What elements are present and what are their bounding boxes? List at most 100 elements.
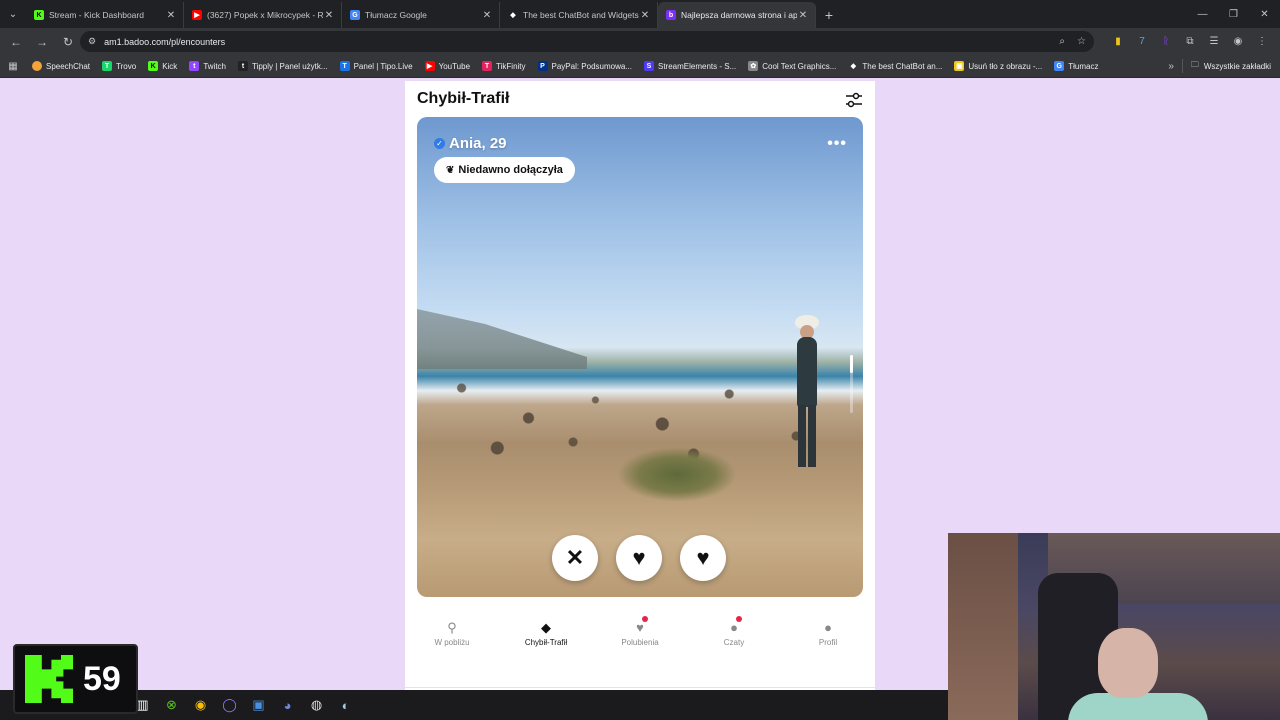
bookmark-streamelements[interactable]: S StreamElements - S... xyxy=(638,61,742,71)
tikfinity-icon: T xyxy=(482,61,493,71)
minimize-icon[interactable]: — xyxy=(1187,0,1218,28)
viewer-count: 59 xyxy=(83,659,121,698)
tab-title: (3627) Popek x Mikrocypek - Ro xyxy=(207,10,323,20)
extension-l-icon[interactable]: ▮ xyxy=(1106,32,1130,52)
person-icon: ● xyxy=(824,620,832,635)
obs-icon[interactable]: ◍ xyxy=(302,692,331,718)
close-tab-icon[interactable]: ✕ xyxy=(481,10,493,21)
speechchat-icon xyxy=(32,61,42,71)
leaf-icon: ❦ xyxy=(446,164,455,176)
bookmark-tlumacz[interactable]: G Tłumacz xyxy=(1048,61,1104,71)
divider xyxy=(405,687,875,688)
bookmark-tikfinity[interactable]: T TikFinity xyxy=(476,61,531,71)
nav-nearby[interactable]: ⚲ W pobliżu xyxy=(405,613,499,653)
browser-tabbar: ⌄ K Stream - Kick Dashboard ✕ ▶ (3627) P… xyxy=(0,0,1280,28)
tab-google-translate[interactable]: G Tłumacz Google ✕ xyxy=(342,2,500,28)
browser-toolbar: ← → ↻ ⚙ am1.badoo.com/pl/encounters ⌕ ☆ … xyxy=(0,28,1280,55)
profile-name-row: ✓ Ania, 29 xyxy=(434,135,507,152)
profile-avatar-icon[interactable]: ◉ xyxy=(1226,32,1250,52)
bookmark-cooltext[interactable]: ✿ Cool Text Graphics... xyxy=(742,61,842,71)
trovo-icon: T xyxy=(102,61,113,71)
address-bar[interactable]: ⚙ am1.badoo.com/pl/encounters ⌕ ☆ xyxy=(80,31,1094,52)
chatbot-icon: ◆ xyxy=(850,63,857,70)
extensions-puzzle-icon[interactable]: ⧉ xyxy=(1178,32,1202,52)
verified-check-icon: ✓ xyxy=(434,138,445,149)
bookmarks-bar: ▦ SpeechChat T Trovo K Kick t Twitch t Tippl… xyxy=(0,55,1280,78)
browser-menu-icon[interactable]: ⋮ xyxy=(1250,32,1274,52)
badge-label: Niedawno dołączyła xyxy=(458,164,563,176)
profile-card[interactable]: ✓ Ania, 29 ••• ❦ Niedawno dołączyła ✕ ♥ … xyxy=(417,117,863,597)
bookmark-twitch[interactable]: t Twitch xyxy=(183,61,232,71)
bookmark-label: Tipply | Panel użytk... xyxy=(251,61,328,71)
cortana-icon[interactable]: ◯ xyxy=(215,692,244,718)
apps-grid-icon[interactable]: ▦ xyxy=(0,61,26,72)
bookmark-remove-bg[interactable]: ▣ Usuń tło z obrazu -... xyxy=(948,61,1048,71)
bookmark-star-icon[interactable]: ☆ xyxy=(1077,36,1086,47)
restore-icon[interactable]: ❐ xyxy=(1218,0,1249,28)
tipo-icon: T xyxy=(339,61,350,71)
tab-title: The best ChatBot and Widgets xyxy=(523,10,639,20)
bookmark-trovo[interactable]: T Trovo xyxy=(96,61,142,71)
notification-dot xyxy=(735,616,742,622)
new-tab-button[interactable]: + xyxy=(816,2,842,28)
close-tab-icon[interactable]: ✕ xyxy=(165,10,177,21)
pass-button[interactable]: ✕ xyxy=(552,535,598,581)
nav-encounters[interactable]: ◆ Chybił-Trafił xyxy=(499,613,593,653)
reading-list-icon[interactable]: ☰ xyxy=(1202,32,1226,52)
more-options-icon[interactable]: ••• xyxy=(827,135,847,153)
discord-icon[interactable]: ◕ xyxy=(273,692,302,718)
close-window-icon[interactable]: ✕ xyxy=(1249,0,1280,28)
close-tab-icon[interactable]: ✕ xyxy=(639,10,651,21)
filter-settings-icon[interactable] xyxy=(845,91,863,109)
bookmark-tipply[interactable]: t Tipply | Panel użytk... xyxy=(232,61,334,71)
google-translate-icon: G xyxy=(1054,61,1065,71)
extensions-area: ▮ 7 ᚱ ⧉ ☰ ◉ ⋮ xyxy=(1106,28,1280,55)
paypal-icon: P xyxy=(537,61,548,71)
nav-likes[interactable]: ♥ Polubienia xyxy=(593,613,687,653)
nav-label: W pobliżu xyxy=(434,637,470,647)
url-text[interactable]: am1.badoo.com/pl/encounters xyxy=(104,37,1047,47)
close-tab-icon[interactable]: ✕ xyxy=(323,10,335,21)
bookmark-label: PayPal: Podsumowa... xyxy=(551,61,632,71)
forward-icon[interactable]: → xyxy=(30,30,54,54)
nav-label: Profil xyxy=(818,637,838,647)
bookmark-kick[interactable]: K Kick xyxy=(142,61,183,71)
tab-title: Tłumacz Google xyxy=(365,10,427,20)
chrome-icon[interactable]: ◉ xyxy=(186,692,215,718)
like-button[interactable]: ♥ xyxy=(680,535,726,581)
tab-badoo[interactable]: b Najlepsza darmowa strona i apl ✕ xyxy=(658,2,816,28)
tab-kick-dashboard[interactable]: K Stream - Kick Dashboard ✕ xyxy=(26,2,184,28)
all-bookmarks-button[interactable]: 🗀 Wszystkie zakładki xyxy=(1181,59,1280,73)
window-controls: — ❐ ✕ xyxy=(1187,0,1280,28)
bookmark-label: YouTube xyxy=(438,61,471,71)
site-info-icon[interactable]: ⚙ xyxy=(88,36,96,47)
streamelements-icon: S xyxy=(644,61,654,71)
nav-chats[interactable]: ● Czaty xyxy=(687,613,781,653)
profile-name: Ania, 29 xyxy=(449,135,507,152)
extension-ffz-icon[interactable]: ᚱ xyxy=(1154,32,1178,52)
nav-profile[interactable]: ● Profil xyxy=(781,613,875,653)
bookmark-youtube[interactable]: ▶ YouTube xyxy=(419,61,476,71)
cooltext-icon: ✿ xyxy=(748,61,759,71)
folder-icon: 🗀 xyxy=(1190,60,1199,69)
bookmark-paypal[interactable]: P PayPal: Podsumowa... xyxy=(532,61,638,71)
bookmark-tipo[interactable]: T Panel | Tipo.Live xyxy=(334,61,419,71)
tab-search-icon[interactable]: ⌄ xyxy=(0,0,26,28)
reload-icon[interactable]: ↻ xyxy=(56,30,80,54)
bookmark-chatbot[interactable]: ◆ The best ChatBot an... xyxy=(842,61,948,71)
bookmark-speechchat[interactable]: SpeechChat xyxy=(26,61,96,71)
crush-button[interactable]: ♥ xyxy=(616,535,662,581)
app-icon[interactable]: ▣ xyxy=(244,692,273,718)
remove-bg-icon: ▣ xyxy=(954,61,965,71)
bookmark-label: The best ChatBot an... xyxy=(862,61,943,71)
bookmark-label: Kick xyxy=(162,61,178,71)
bookmarks-overflow-icon[interactable]: » xyxy=(1160,61,1182,72)
tab-chatbot[interactable]: ◆ The best ChatBot and Widgets ✕ xyxy=(500,2,658,28)
close-tab-icon[interactable]: ✕ xyxy=(797,10,809,21)
xbox-icon[interactable]: ⊗ xyxy=(157,692,186,718)
tab-youtube[interactable]: ▶ (3627) Popek x Mikrocypek - Ro ✕ xyxy=(184,2,342,28)
extension-7tv-icon[interactable]: 7 xyxy=(1130,32,1154,52)
back-icon[interactable]: ← xyxy=(4,30,28,54)
zoom-icon[interactable]: ⌕ xyxy=(1059,36,1065,47)
steam-icon[interactable]: ◐ xyxy=(331,692,360,718)
